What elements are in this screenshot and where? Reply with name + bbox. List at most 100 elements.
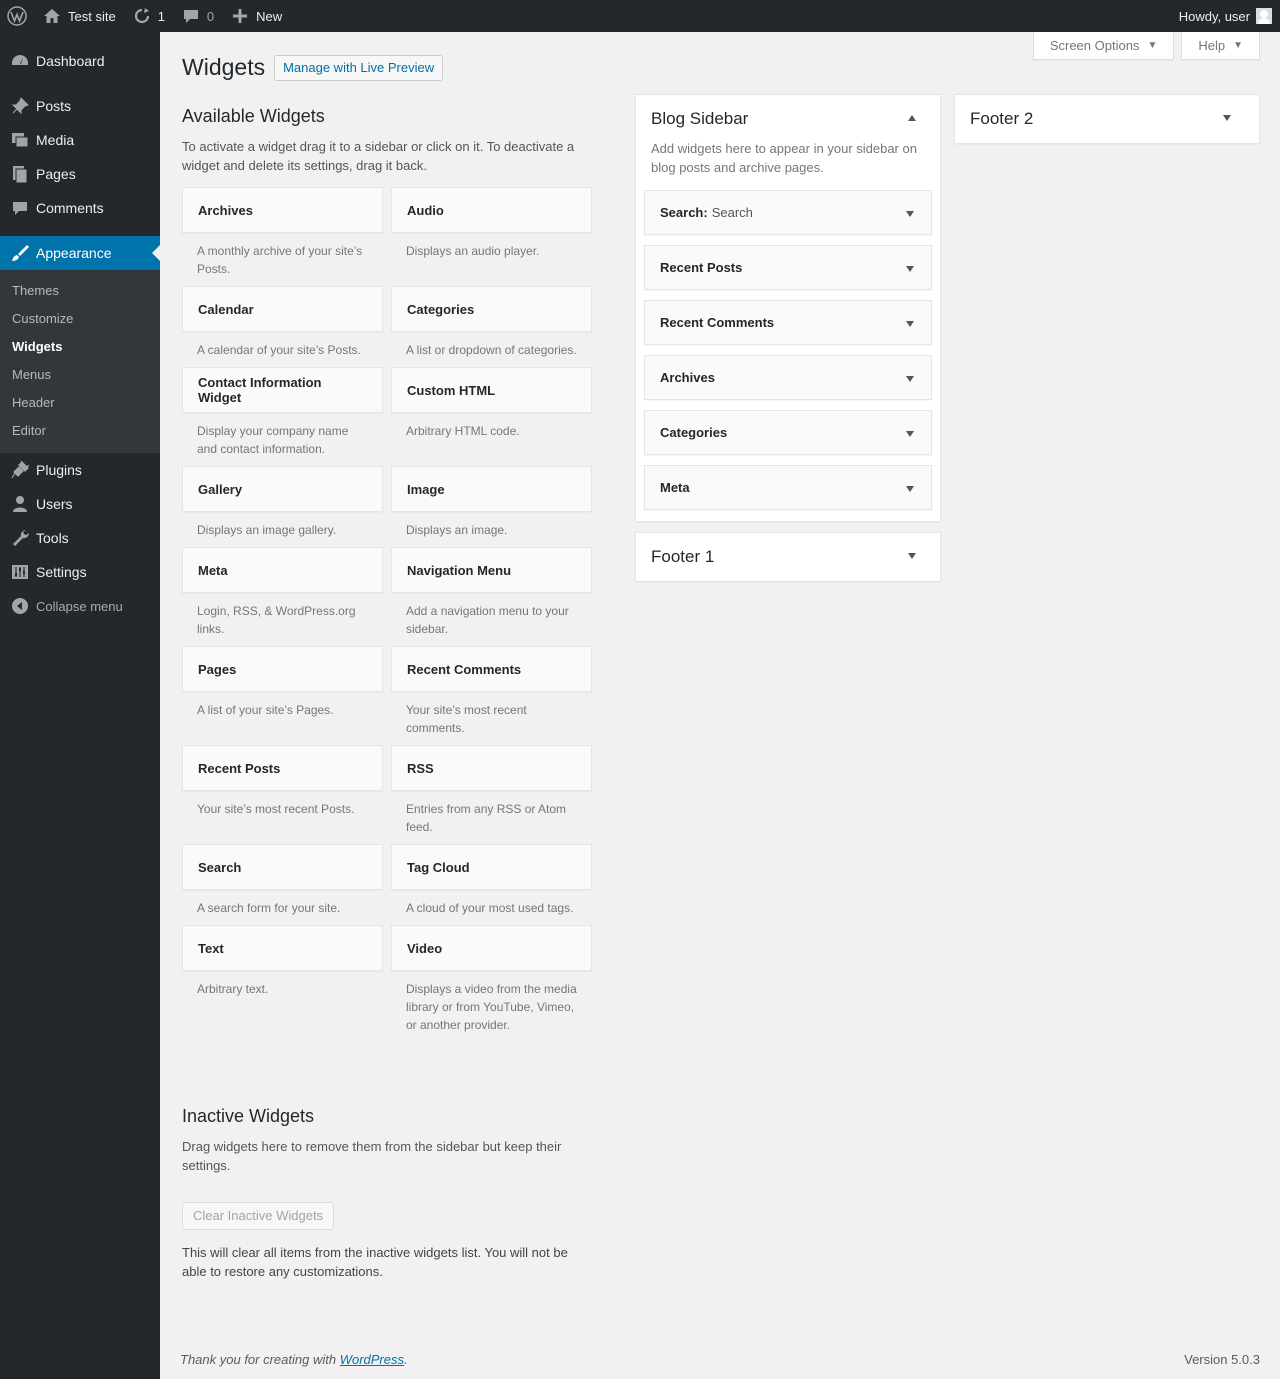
- admin-bar: Test site 1 0 New Howdy, user: [0, 0, 1280, 32]
- widget-title[interactable]: Tag Cloud: [391, 844, 592, 890]
- menu-item-tools[interactable]: Tools: [0, 521, 160, 555]
- widget-title[interactable]: Navigation Menu: [391, 547, 592, 593]
- expand-arrow-icon[interactable]: [906, 486, 914, 492]
- help-button[interactable]: Help ▼: [1181, 32, 1260, 60]
- menu-item-settings[interactable]: Settings: [0, 555, 160, 589]
- expand-arrow-icon[interactable]: [906, 211, 914, 217]
- widget-title[interactable]: Pages: [182, 646, 383, 692]
- submenu-item-customize[interactable]: Customize: [0, 305, 160, 333]
- blog-sidebar-header[interactable]: Blog Sidebar: [636, 95, 940, 143]
- footer-thanks-prefix: Thank you for creating with: [180, 1352, 340, 1367]
- menu-item-media[interactable]: Media: [0, 123, 160, 157]
- widget-title[interactable]: Text: [182, 925, 383, 971]
- expand-arrow-icon[interactable]: [906, 266, 914, 272]
- screen-options-label: Screen Options: [1049, 38, 1140, 53]
- submenu-item-widgets[interactable]: Widgets: [0, 333, 160, 361]
- widget-title[interactable]: Contact Information Widget: [182, 367, 383, 413]
- wordpress-logo-icon[interactable]: [0, 0, 34, 32]
- blog-sidebar-title: Blog Sidebar: [651, 109, 749, 128]
- widget-title[interactable]: Image: [391, 466, 592, 512]
- expand-arrow-icon[interactable]: [908, 553, 916, 559]
- widget-title[interactable]: Video: [391, 925, 592, 971]
- menu-label: Comments: [36, 200, 104, 216]
- available-widget: Tag Cloud A cloud of your most used tags.: [391, 844, 592, 925]
- inactive-widgets: Inactive Widgets Drag widgets here to re…: [182, 1106, 592, 1281]
- available-widget: Calendar A calendar of your site’s Posts.: [182, 286, 383, 367]
- site-name-link[interactable]: Test site: [34, 0, 124, 32]
- menu-label: Settings: [36, 564, 87, 580]
- sidebar-widget-title: Search: [660, 205, 704, 220]
- clear-inactive-button[interactable]: Clear Inactive Widgets: [182, 1202, 335, 1230]
- sidebar-widget-title: Recent Comments: [660, 315, 775, 330]
- widget-title[interactable]: Categories: [391, 286, 592, 332]
- widget-title[interactable]: Audio: [391, 187, 592, 233]
- caret-down-icon: ▼: [1233, 40, 1243, 51]
- submenu-item-themes[interactable]: Themes: [0, 277, 160, 305]
- menu-item-appearance[interactable]: Appearance: [0, 236, 160, 270]
- admin-menu: Dashboard Posts Media Pages Comments App…: [0, 32, 160, 1379]
- expand-arrow-icon[interactable]: [1223, 115, 1231, 121]
- available-widget: Pages A list of your site’s Pages.: [182, 646, 383, 745]
- widget-description: Displays an image gallery.: [197, 523, 337, 537]
- footer-1-header[interactable]: Footer 1: [636, 533, 940, 581]
- sidebar-widget[interactable]: Meta: [644, 465, 932, 510]
- menu-item-users[interactable]: Users: [0, 487, 160, 521]
- widget-title[interactable]: Meta: [182, 547, 383, 593]
- screen-options-button[interactable]: Screen Options ▼: [1032, 32, 1175, 60]
- wordpress-link[interactable]: WordPress: [340, 1352, 404, 1367]
- expand-arrow-icon[interactable]: [906, 431, 914, 437]
- widget-title[interactable]: Archives: [182, 187, 383, 233]
- available-widget: Gallery Displays an image gallery.: [182, 466, 383, 547]
- available-widget: Meta Login, RSS, & WordPress.org links.: [182, 547, 383, 646]
- avatar: [1256, 8, 1272, 24]
- blog-sidebar-desc: Add widgets here to appear in your sideb…: [651, 141, 917, 175]
- widget-title[interactable]: RSS: [391, 745, 592, 791]
- submenu-item-editor[interactable]: Editor: [0, 417, 160, 445]
- comments-link[interactable]: 0: [173, 0, 222, 32]
- collapse-menu-button[interactable]: Collapse menu: [0, 589, 160, 623]
- widget-description: Displays an audio player.: [406, 244, 540, 258]
- widget-title[interactable]: Calendar: [182, 286, 383, 332]
- widget-title[interactable]: Recent Comments: [391, 646, 592, 692]
- widget-description: Displays a video from the media library …: [406, 982, 577, 1032]
- menu-item-pages[interactable]: Pages: [0, 157, 160, 191]
- sidebar-widget[interactable]: Recent Posts: [644, 245, 932, 290]
- available-widget: RSS Entries from any RSS or Atom feed.: [391, 745, 592, 844]
- footer-2-header[interactable]: Footer 2: [955, 95, 1259, 143]
- submenu-item-header[interactable]: Header: [0, 389, 160, 417]
- submenu-item-menus[interactable]: Menus: [0, 361, 160, 389]
- comment-icon: [13, 202, 27, 215]
- sidebar-widget[interactable]: Archives: [644, 355, 932, 400]
- appearance-submenu: Themes Customize Widgets Menus Header Ed…: [0, 270, 160, 453]
- expand-arrow-icon[interactable]: [906, 376, 914, 382]
- menu-item-posts[interactable]: Posts: [0, 89, 160, 123]
- sidebar-widget[interactable]: Recent Comments: [644, 300, 932, 345]
- updates-link[interactable]: 1: [124, 0, 173, 32]
- widget-title[interactable]: Recent Posts: [182, 745, 383, 791]
- menu-label: Posts: [36, 98, 72, 114]
- blog-sidebar-widgets: Search: Search Recent Posts Recent Comments…: [636, 190, 940, 510]
- widget-description: Login, RSS, & WordPress.org links.: [197, 604, 356, 636]
- expand-arrow-icon[interactable]: [906, 321, 914, 327]
- available-widget: Image Displays an image.: [391, 466, 592, 547]
- widget-title[interactable]: Custom HTML: [391, 367, 592, 413]
- comments-count: 0: [206, 8, 215, 24]
- widget-row: Recent Posts Your site’s most recent Post…: [182, 745, 592, 844]
- widget-title[interactable]: Gallery: [182, 466, 383, 512]
- live-preview-button[interactable]: Manage with Live Preview: [274, 54, 444, 81]
- main-content: Screen Options ▼ Help ▼ Widgets Manage w…: [160, 32, 1280, 1379]
- collapse-arrow-icon[interactable]: [908, 115, 916, 121]
- howdy-text: Howdy, user: [1178, 8, 1250, 24]
- menu-item-comments[interactable]: Comments: [0, 191, 160, 225]
- widget-title[interactable]: Search: [182, 844, 383, 890]
- new-content-link[interactable]: New: [222, 0, 290, 32]
- available-widgets-header: Available Widgets To activate a widget d…: [182, 106, 592, 175]
- my-account[interactable]: Howdy, user: [1179, 8, 1280, 24]
- available-widgets-list: Archives A monthly archive of your site’s…: [182, 187, 592, 1042]
- page-header: Widgets Manage with Live Preview: [182, 54, 444, 81]
- menu-item-plugins[interactable]: Plugins: [0, 453, 160, 487]
- sidebar-widget[interactable]: Search: Search: [644, 190, 932, 235]
- menu-item-dashboard[interactable]: Dashboard: [0, 44, 160, 78]
- site-name: Test site: [68, 8, 116, 24]
- sidebar-widget[interactable]: Categories: [644, 410, 932, 455]
